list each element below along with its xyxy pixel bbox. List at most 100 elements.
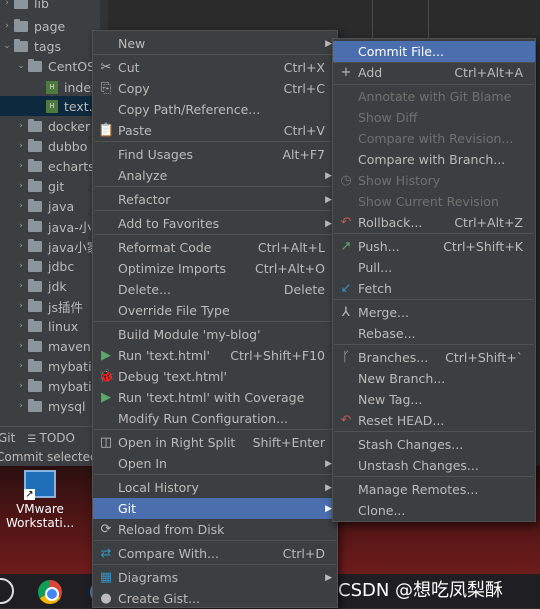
submenu-arrow-icon: ▶ — [325, 38, 332, 49]
menu-item-run-text-html-with-coverage[interactable]: ▶ Run 'text.html' with Coverage — [93, 387, 337, 408]
menu-item-reformat-code[interactable]: Reformat Code Ctrl+Alt+L — [93, 237, 337, 258]
chrome-icon[interactable] — [38, 580, 62, 604]
tree-item-linux[interactable]: › linux — [0, 316, 100, 336]
menu-item-manage-remotes[interactable]: Manage Remotes... — [333, 479, 535, 500]
tree-item-dubbo[interactable]: › dubbo — [0, 136, 100, 156]
tree-item-maven[interactable]: › maven — [0, 336, 100, 356]
tree-item-jdbc[interactable]: › jdbc — [0, 256, 100, 276]
expand-arrow-icon[interactable]: › — [14, 181, 28, 191]
tree-item-echarts[interactable]: › echarts — [0, 156, 100, 176]
menu-item-git[interactable]: Git ▶ — [93, 498, 337, 519]
tree-item-java[interactable]: › java小家 — [0, 236, 100, 256]
menu-item-label: Local History — [118, 480, 199, 495]
menu-item-copy-path-reference[interactable]: Copy Path/Reference... — [93, 99, 337, 120]
tree-item-mybatis[interactable]: › mybatis — [0, 356, 100, 376]
menu-item-override-file-type[interactable]: Override File Type — [93, 300, 337, 321]
tree-item-mysql[interactable]: › mysql — [0, 396, 100, 416]
tree-item-page[interactable]: › page — [0, 16, 100, 36]
tree-item-centos[interactable]: ⌄ CentOS — [0, 56, 100, 76]
expand-arrow-icon[interactable]: › — [14, 301, 28, 311]
menu-item-reload-from-disk[interactable]: ⟳ Reload from Disk — [93, 519, 337, 540]
menu-item-add[interactable]: + Add Ctrl+Alt+A — [333, 62, 535, 83]
expand-arrow-icon[interactable]: › — [14, 121, 28, 131]
menu-item-unstash-changes[interactable]: Unstash Changes... — [333, 455, 535, 476]
editor-divider — [428, 0, 429, 40]
menu-item-optimize-imports[interactable]: Optimize Imports Ctrl+Alt+O — [93, 258, 337, 279]
menu-item-new-tag[interactable]: New Tag... — [333, 389, 535, 410]
menu-item-run-text-html[interactable]: ▶ Run 'text.html' Ctrl+Shift+F10 — [93, 345, 337, 366]
expand-arrow-icon[interactable]: › — [14, 161, 28, 171]
menu-item-find-usages[interactable]: Find Usages Alt+F7 — [93, 144, 337, 165]
tree-item-index[interactable]: Hindex — [0, 77, 100, 97]
expand-arrow-icon[interactable]: › — [14, 361, 28, 371]
tree-item-jdk[interactable]: › jdk — [0, 276, 100, 296]
expand-arrow-icon[interactable]: › — [14, 321, 28, 331]
menu-item-reset-head[interactable]: ↶ Reset HEAD... — [333, 410, 535, 431]
menu-item-pull[interactable]: Pull... — [333, 257, 535, 278]
menu-item-delete[interactable]: Delete... Delete — [93, 279, 337, 300]
menu-item-stash-changes[interactable]: Stash Changes... — [333, 434, 535, 455]
expand-arrow-icon[interactable]: › — [0, 21, 14, 31]
expand-arrow-icon[interactable]: › — [14, 141, 28, 151]
menu-item-compare-with-branch[interactable]: Compare with Branch... — [333, 149, 535, 170]
menu-item-open-in-right-split[interactable]: ◫ Open in Right Split Shift+Enter — [93, 432, 337, 453]
menu-item-paste[interactable]: 📋 Paste Ctrl+V — [93, 120, 337, 141]
menu-item-fetch[interactable]: ↙ Fetch — [333, 278, 535, 299]
menu-item-label: Reload from Disk — [118, 522, 225, 537]
menu-item-diagrams[interactable]: ▦ Diagrams ▶ — [93, 567, 337, 588]
expand-arrow-icon[interactable]: › — [14, 281, 28, 291]
tree-item-text-html[interactable]: Htext.html — [0, 96, 100, 116]
menu-item-branches[interactable]: ᚴ Branches... Ctrl+Shift+` — [333, 347, 535, 368]
menu-item-compare-with[interactable]: ⇄ Compare With... Ctrl+D — [93, 543, 337, 564]
menu-item-new[interactable]: New ▶ — [93, 33, 337, 54]
shortcut-hint: Alt+F7 — [282, 147, 325, 162]
expand-arrow-icon[interactable]: ⌄ — [14, 61, 28, 71]
tree-item-git[interactable]: › git — [0, 176, 100, 196]
shortcut-hint: Ctrl+C — [283, 81, 325, 96]
tree-item-lib[interactable]: › lib — [0, 0, 100, 13]
menu-item-label: Run 'text.html' — [118, 348, 210, 363]
menu-item-create-gist[interactable]: ● Create Gist... — [93, 588, 337, 609]
menu-item-cut[interactable]: ✂ Cut Ctrl+X — [93, 57, 337, 78]
expand-arrow-icon[interactable]: › — [14, 401, 28, 411]
menu-item-debug-text-html[interactable]: 🐞 Debug 'text.html' — [93, 366, 337, 387]
menu-item-rebase[interactable]: Rebase... — [333, 323, 535, 344]
menu-item-rollback[interactable]: ↶ Rollback... Ctrl+Alt+Z — [333, 212, 535, 233]
menu-item-new-branch[interactable]: New Branch... — [333, 368, 535, 389]
expand-arrow-icon[interactable]: › — [14, 221, 28, 231]
tree-item-docker[interactable]: › docker — [0, 116, 100, 136]
menu-item-label: Build Module 'my-blog' — [118, 327, 261, 342]
menu-item-label: New — [118, 36, 146, 51]
tree-item-js[interactable]: › js插件 — [0, 296, 100, 316]
expand-arrow-icon[interactable]: › — [0, 0, 14, 8]
expand-arrow-icon[interactable]: › — [14, 341, 28, 351]
tree-item-tags[interactable]: ⌄ tags — [0, 36, 100, 56]
tree-item-mybatis[interactable]: › mybatis — [0, 376, 100, 396]
tab-todo[interactable]: ☰ TODO — [27, 431, 75, 445]
search-icon[interactable] — [0, 578, 14, 604]
menu-item-merge[interactable]: ⅄ Merge... — [333, 302, 535, 323]
desktop-icon-vmware[interactable]: VMware Workstati... — [6, 470, 74, 530]
tree-item-java[interactable]: › java — [0, 196, 100, 216]
menu-item-label: Unstash Changes... — [358, 458, 479, 473]
menu-item-commit-file[interactable]: Commit File... — [333, 41, 535, 62]
menu-item-analyze[interactable]: Analyze ▶ — [93, 165, 337, 186]
expand-arrow-icon[interactable]: › — [14, 261, 28, 271]
menu-separator — [94, 210, 336, 211]
expand-arrow-icon[interactable]: › — [14, 381, 28, 391]
menu-item-add-to-favorites[interactable]: Add to Favorites ▶ — [93, 213, 337, 234]
menu-item-push[interactable]: ↗ Push... Ctrl+Shift+K — [333, 236, 535, 257]
expand-arrow-icon[interactable]: › — [14, 201, 28, 211]
expand-arrow-icon[interactable]: ⌄ — [0, 41, 14, 51]
menu-item-build-module-my-blog[interactable]: Build Module 'my-blog' — [93, 324, 337, 345]
tab-git[interactable]: Git — [0, 431, 15, 445]
tree-item-java[interactable]: › java-小家 — [0, 216, 100, 236]
menu-item-refactor[interactable]: Refactor ▶ — [93, 189, 337, 210]
expand-arrow-icon[interactable]: › — [14, 241, 28, 251]
menu-item-clone[interactable]: Clone... — [333, 500, 535, 521]
menu-item-local-history[interactable]: Local History ▶ — [93, 477, 337, 498]
menu-item-open-in[interactable]: Open In ▶ — [93, 453, 337, 474]
menu-item-copy[interactable]: ⎘ Copy Ctrl+C — [93, 78, 337, 99]
menu-item-label: Refactor — [118, 192, 171, 207]
menu-item-modify-run-configuration[interactable]: Modify Run Configuration... — [93, 408, 337, 429]
